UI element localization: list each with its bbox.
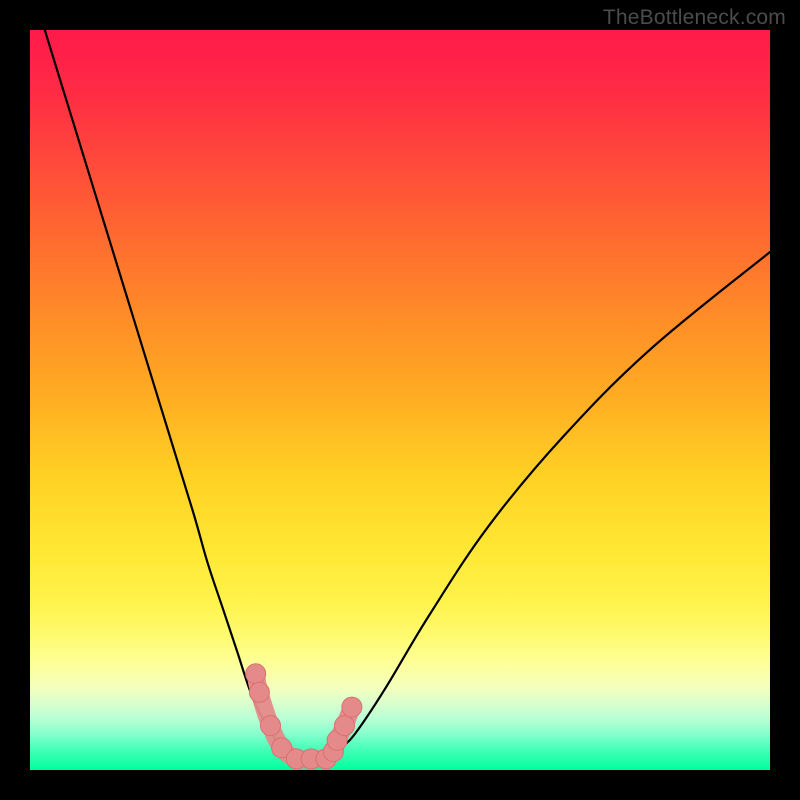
chart-frame: TheBottleneck.com <box>0 0 800 800</box>
curve-layer <box>30 30 770 770</box>
plot-area <box>30 30 770 770</box>
data-marker <box>342 697 362 717</box>
data-marker <box>261 716 281 736</box>
data-marker <box>249 682 269 702</box>
watermark-text: TheBottleneck.com <box>603 6 786 30</box>
bottleneck-curve <box>311 252 770 760</box>
bottleneck-curve <box>45 30 311 760</box>
data-marker <box>246 664 266 684</box>
data-marker <box>335 716 355 736</box>
